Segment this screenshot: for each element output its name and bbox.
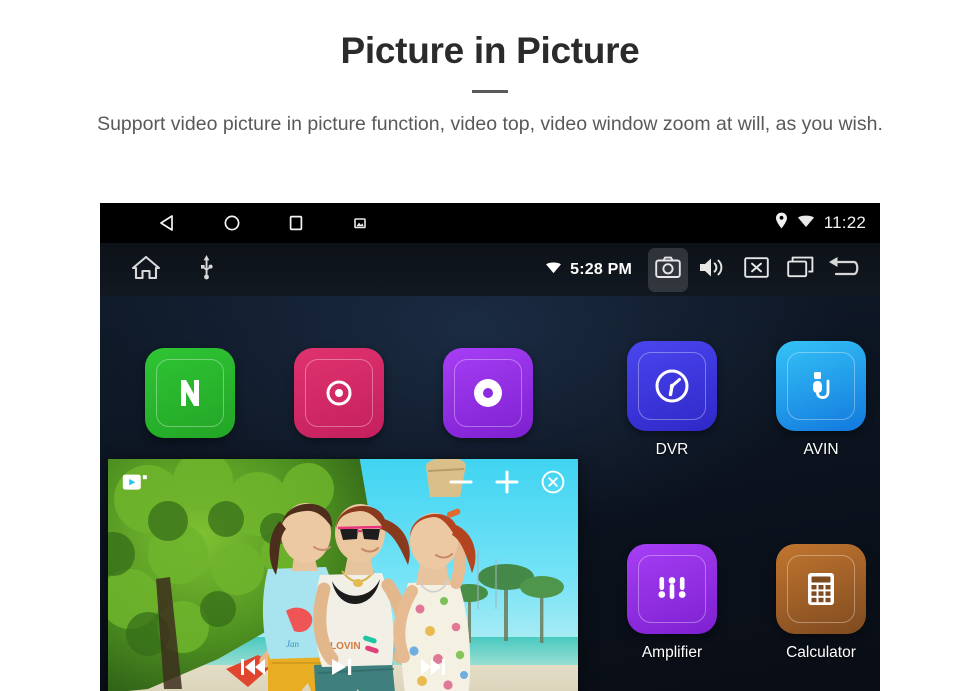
app-tile-dvr[interactable] xyxy=(627,341,717,431)
page-title: Picture in Picture xyxy=(340,30,640,71)
location-pin-icon xyxy=(775,212,788,234)
camera-button[interactable] xyxy=(648,247,688,292)
title-divider xyxy=(472,89,508,93)
equalizer-icon xyxy=(627,544,717,634)
app-label-calculator: Calculator xyxy=(786,644,856,661)
close-button[interactable] xyxy=(538,467,568,497)
toolbar-clock-group: 5:28 PM xyxy=(545,261,632,279)
speaker-icon xyxy=(698,256,726,284)
app-tile-siriusxm[interactable] xyxy=(294,348,384,438)
app-tile-amplifier[interactable] xyxy=(627,544,717,634)
app-label-avin: AVIN xyxy=(803,441,839,458)
steering-wheel-icon xyxy=(443,348,533,438)
pip-transport-controls xyxy=(108,655,578,679)
netflix-icon xyxy=(145,348,235,438)
back-arrow-icon xyxy=(827,255,861,284)
close-app-button[interactable] xyxy=(736,248,776,292)
page-subtitle: Support video picture in picture functio… xyxy=(97,112,883,135)
multiwindow-button[interactable] xyxy=(780,248,820,292)
app-cell-avin[interactable]: AVIN xyxy=(756,341,880,459)
camera-icon xyxy=(655,256,681,284)
screenshot-icon[interactable] xyxy=(350,213,370,233)
usb-icon[interactable] xyxy=(199,254,214,286)
back-triangle-icon[interactable] xyxy=(158,213,178,233)
zoom-out-button[interactable] xyxy=(446,467,476,497)
android-status-bar: 11:22 xyxy=(100,203,880,243)
home-circle-icon[interactable] xyxy=(222,213,242,233)
app-label-amplifier: Amplifier xyxy=(641,644,703,661)
gauge-icon xyxy=(627,341,717,431)
x-box-icon xyxy=(743,256,769,283)
app-launcher: Netflix SiriusXM Wheelkey Study DVR xyxy=(100,296,880,691)
device-screenshot: 11:22 5:28 PM DVR AVIN Amplifier Calcula… xyxy=(100,203,880,691)
status-bar-clock: 11:22 xyxy=(823,213,866,232)
app-cell-amplifier[interactable]: Amplifier xyxy=(607,544,737,662)
calculator-icon xyxy=(776,544,866,634)
app-tile-avin[interactable] xyxy=(776,341,866,431)
previous-button[interactable] xyxy=(238,655,268,679)
status-indicators: 11:22 xyxy=(775,203,866,243)
wifi-icon xyxy=(797,214,815,233)
back-button[interactable] xyxy=(824,248,864,292)
page-header: Picture in Picture Support video picture… xyxy=(0,0,980,139)
play-pause-button[interactable] xyxy=(328,655,358,679)
car-launcher-toolbar: 5:28 PM xyxy=(100,243,880,296)
system-navigation xyxy=(158,213,370,233)
zoom-in-button[interactable] xyxy=(492,467,522,497)
pip-video-window[interactable]: Jan LOVIN xyxy=(108,459,578,691)
av-plug-icon xyxy=(776,341,866,431)
recents-square-icon[interactable] xyxy=(286,213,306,233)
toolbar-left-group xyxy=(131,254,214,286)
app-cell-dvr[interactable]: DVR xyxy=(607,341,737,459)
app-cell-calculator[interactable]: Calculator xyxy=(756,544,880,662)
app-tile-calculator[interactable] xyxy=(776,544,866,634)
multiwindow-icon xyxy=(786,256,814,283)
app-tile-wheelkey-study[interactable] xyxy=(443,348,533,438)
toolbar-right-group: 5:28 PM xyxy=(545,243,864,296)
next-button[interactable] xyxy=(418,655,448,679)
toolbar-clock: 5:28 PM xyxy=(570,260,632,278)
home-icon[interactable] xyxy=(131,254,161,286)
pip-overlay: nicane xyxy=(108,459,578,691)
wifi-icon xyxy=(545,261,562,279)
volume-button[interactable] xyxy=(692,248,732,292)
siriusxm-icon xyxy=(294,348,384,438)
app-label-dvr: DVR xyxy=(655,441,689,458)
video-camera-icon[interactable] xyxy=(122,471,148,493)
app-tile-netflix[interactable] xyxy=(145,348,235,438)
pip-window-controls xyxy=(446,467,568,497)
